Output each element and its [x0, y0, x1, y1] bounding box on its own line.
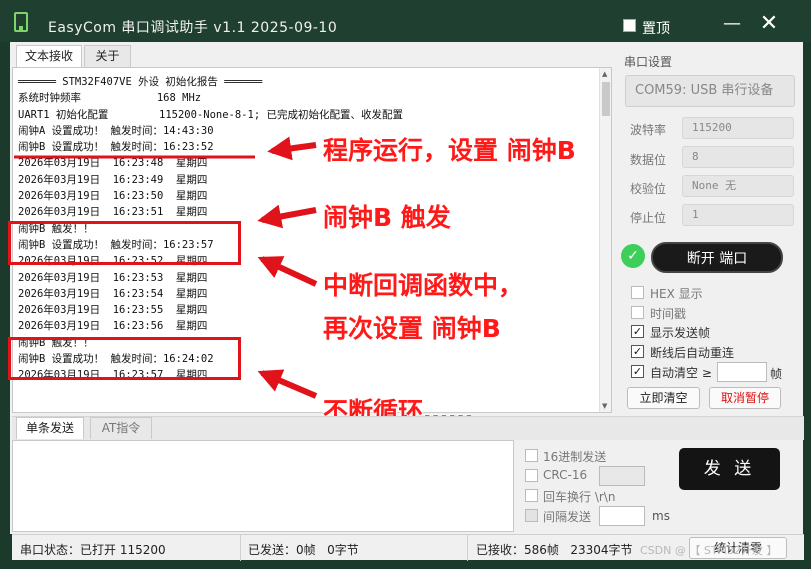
databits-label: 数据位: [630, 153, 667, 167]
connected-check-icon: ✓: [621, 244, 645, 268]
hex-display-label: HEX 显示: [650, 287, 703, 301]
tab-single-send[interactable]: 单条发送: [16, 417, 84, 439]
auto-clear-label: 自动清空 ≥: [650, 366, 712, 380]
cancel-pause-button[interactable]: 取消暂停: [709, 387, 781, 409]
hex-send-label: 16进制发送: [543, 450, 607, 464]
timestamp-checkbox[interactable]: [631, 306, 644, 319]
stopbits-label: 停止位: [630, 211, 667, 225]
parity-select[interactable]: None 无: [682, 175, 794, 197]
baud-select[interactable]: 115200: [682, 117, 794, 139]
baud-label: 波特率: [630, 123, 667, 137]
serial-settings-title: 串口设置: [624, 55, 673, 69]
watermark: CSDN @ 【 STM32开发 】: [640, 544, 778, 557]
auto-reconnect-checkbox[interactable]: ✓: [631, 345, 644, 358]
received-count-text: 已接收：586帧 23304字节: [476, 543, 633, 557]
annotation-callback-line1: 中断回调函数中，: [323, 271, 524, 300]
crc16-label: CRC-16: [543, 468, 588, 482]
crlf-label: 回车换行 \r\n: [543, 490, 616, 504]
hex-send-checkbox[interactable]: [525, 449, 538, 462]
send-button[interactable]: 发 送: [679, 448, 780, 490]
parity-label: 校验位: [630, 182, 667, 196]
annotation-set-alarm: 程序运行，设置 闹钟B: [323, 136, 576, 165]
auto-reconnect-label: 断线后自动重连: [650, 346, 735, 360]
interval-ms-input[interactable]: [599, 506, 645, 526]
status-separator: [467, 535, 468, 561]
auto-clear-checkbox[interactable]: ✓: [631, 365, 644, 378]
stopbits-select[interactable]: 1: [682, 204, 794, 226]
timestamp-label: 时间戳: [650, 307, 687, 321]
sent-count-text: 已发送：0帧 0字节: [248, 543, 359, 557]
arrow-1: [267, 136, 317, 161]
show-send-frame-label: 显示发送帧: [650, 326, 711, 340]
crlf-checkbox[interactable]: [525, 489, 538, 502]
arrow-3: [257, 256, 318, 287]
open-port-button[interactable]: 断开 端口: [651, 242, 783, 273]
auto-clear-unit: 帧: [770, 367, 783, 381]
clear-now-button[interactable]: 立即清空: [627, 387, 700, 409]
show-send-frame-checkbox[interactable]: ✓: [631, 325, 644, 338]
interval-send-checkbox[interactable]: [525, 509, 538, 522]
interval-unit: ms: [652, 509, 670, 523]
send-textarea[interactable]: [12, 440, 514, 532]
arrow-4: [257, 369, 318, 399]
arrow-2: [257, 204, 317, 229]
interval-send-label: 间隔发送: [543, 510, 592, 524]
annotation-callback-line2: 再次设置 闹钟B: [323, 314, 501, 343]
crc16-value-field: [599, 466, 645, 486]
status-separator: [240, 535, 241, 561]
databits-select[interactable]: 8: [682, 146, 794, 168]
crc16-checkbox[interactable]: [525, 469, 538, 482]
auto-clear-count-input[interactable]: [717, 362, 767, 382]
port-status-text: 串口状态：已打开 115200: [20, 543, 166, 557]
annotation-alarm-trigger: 闹钟B 触发: [323, 203, 451, 232]
hex-display-checkbox[interactable]: [631, 286, 644, 299]
port-select[interactable]: COM59: USB 串行设备: [625, 75, 795, 107]
tab-at-command[interactable]: AT指令: [90, 417, 152, 439]
